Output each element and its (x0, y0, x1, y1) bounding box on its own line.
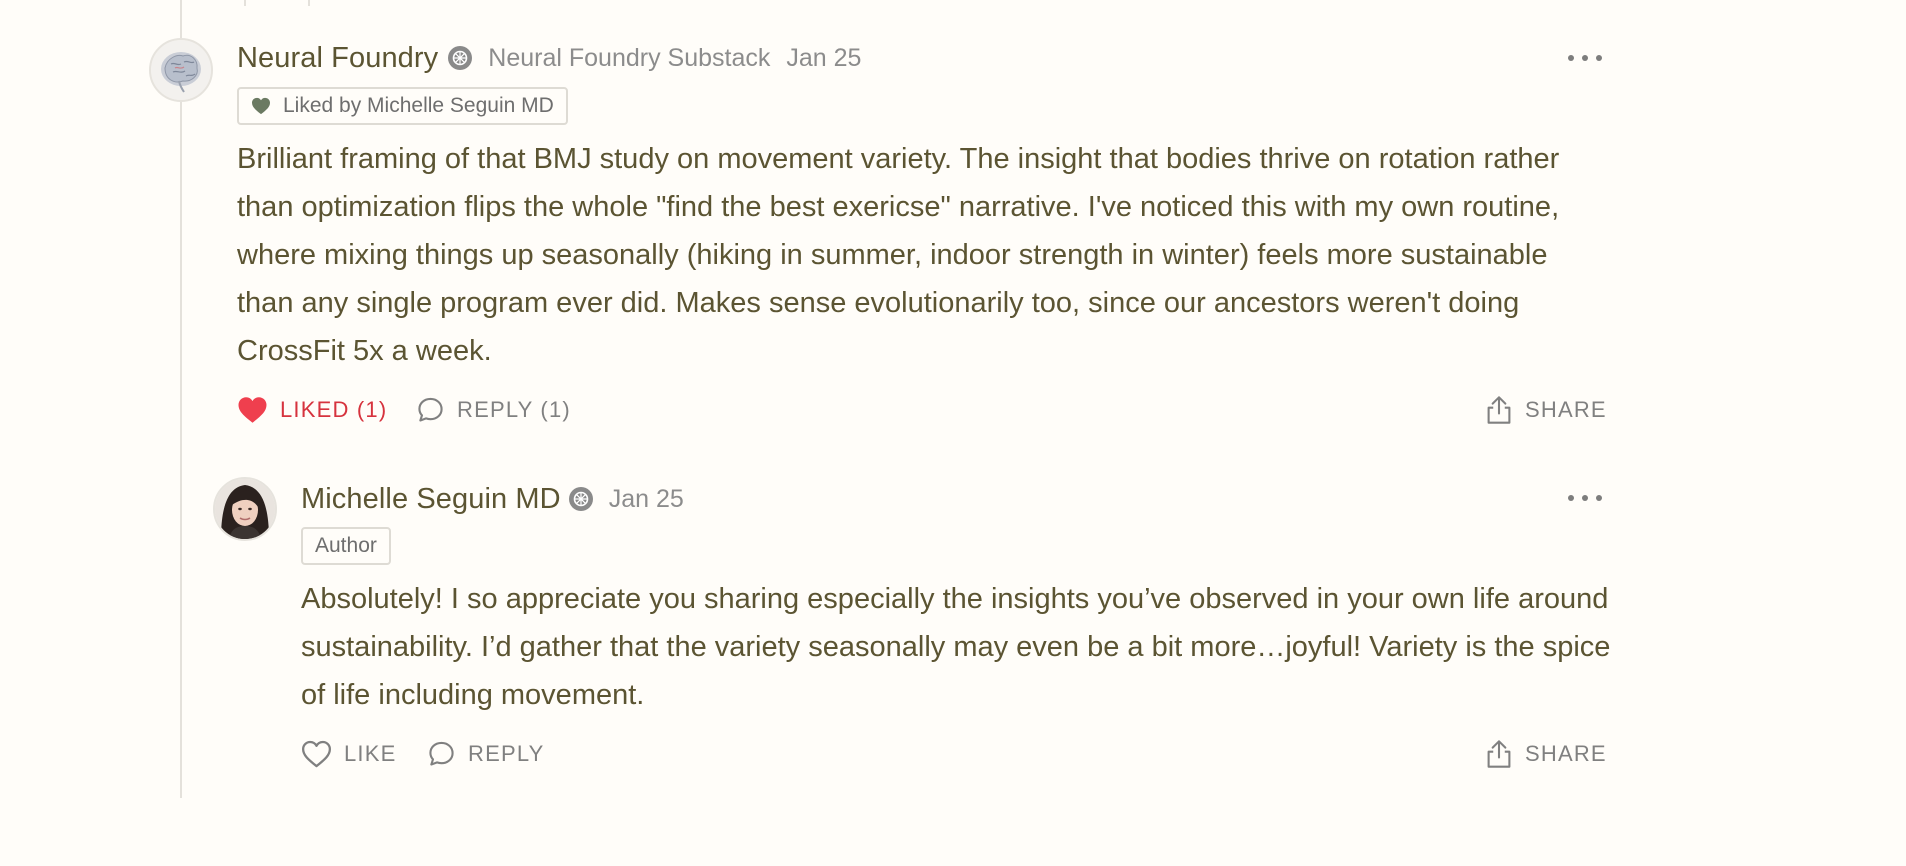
comment-header: Neural Foundry Neural Foundry Substack J… (237, 38, 861, 78)
more-options-button[interactable] (1568, 488, 1602, 508)
heart-filled-icon (238, 397, 267, 423)
ellipsis-icon (1568, 55, 1574, 61)
brain-avatar-image (151, 40, 211, 100)
avatar[interactable] (213, 477, 277, 541)
ellipsis-icon (1596, 55, 1602, 61)
comment-body: Brilliant framing of that BMJ study on m… (237, 143, 1560, 367)
like-button[interactable]: LIKED (1) (237, 393, 387, 427)
reply-label: REPLY (1) (457, 397, 571, 422)
ellipsis-icon (1596, 495, 1602, 501)
ellipsis-icon (1568, 495, 1574, 501)
share-upload-icon (1487, 740, 1511, 768)
like-label: LIKED (1) (280, 397, 388, 422)
speech-bubble-icon (429, 741, 454, 766)
reply-button[interactable]: REPLY (1) (416, 393, 571, 427)
author-role-label: Author (315, 534, 377, 557)
liked-by-label: Liked by Michelle Seguin MD (283, 94, 554, 117)
share-upload-icon (1487, 396, 1511, 424)
portrait-avatar-image (215, 479, 275, 539)
ellipsis-icon (1582, 55, 1588, 61)
author-name[interactable]: Michelle Seguin MD (301, 483, 561, 516)
comment-body: Absolutely! I so appreciate you sharing … (301, 583, 1611, 711)
author-name[interactable]: Neural Foundry (237, 42, 438, 75)
like-label: LIKE (344, 741, 397, 766)
speech-bubble-icon (418, 397, 443, 422)
reply-label: REPLY (468, 741, 545, 766)
thread-line (180, 0, 182, 798)
author-role-badge: Author (301, 527, 391, 565)
publication-name[interactable]: Neural Foundry Substack (488, 44, 770, 73)
heart-outline-icon (301, 740, 332, 768)
verified-badge-icon (448, 46, 473, 70)
reply-button[interactable]: REPLY (427, 737, 545, 771)
like-button[interactable]: LIKE (301, 737, 397, 771)
heart-filled-icon (252, 97, 270, 115)
comment-date[interactable]: Jan 25 (786, 44, 861, 73)
share-button[interactable]: SHARE (1485, 737, 1607, 771)
more-options-button[interactable] (1568, 48, 1602, 68)
share-button[interactable]: SHARE (1485, 393, 1607, 427)
liked-by-badge: Liked by Michelle Seguin MD (237, 87, 568, 125)
ellipsis-icon (1582, 495, 1588, 501)
share-label: SHARE (1525, 397, 1607, 422)
share-label: SHARE (1525, 741, 1607, 766)
thread-tick (244, 0, 246, 6)
comment-date[interactable]: Jan 25 (609, 485, 684, 514)
avatar[interactable] (149, 38, 213, 102)
thread-tick (308, 0, 310, 6)
verified-badge-icon (568, 487, 593, 511)
comment-header: Michelle Seguin MD Jan 25 (301, 479, 684, 519)
